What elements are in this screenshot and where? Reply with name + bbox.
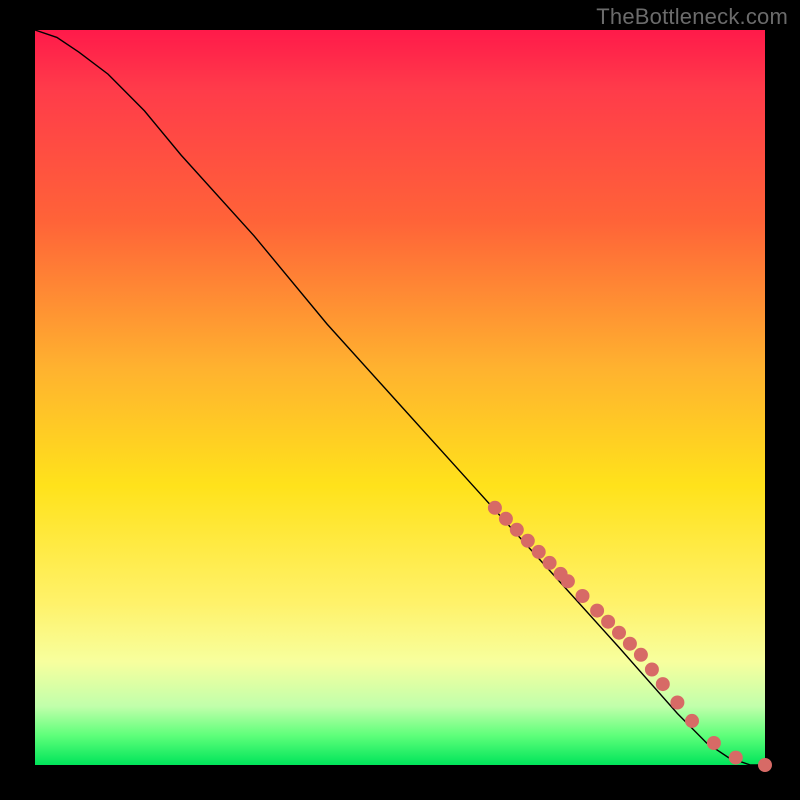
data-point [707,737,720,750]
data-point [623,637,636,650]
data-point [656,678,669,691]
chart-svg [35,30,765,765]
plot-area [35,30,765,765]
data-point [510,523,523,536]
chart-frame: TheBottleneck.com [0,0,800,800]
data-point [634,648,647,661]
data-point [499,512,512,525]
data-point [532,545,545,558]
data-point [613,626,626,639]
data-point [543,556,556,569]
data-point [561,575,574,588]
data-point [645,663,658,676]
data-point [521,534,534,547]
data-point [602,615,615,628]
data-point [759,759,772,772]
data-point [488,501,501,514]
curve-line [35,30,765,765]
data-point [576,590,589,603]
data-point [591,604,604,617]
data-point [671,696,684,709]
data-point [729,751,742,764]
watermark-label: TheBottleneck.com [596,4,788,30]
data-points [488,501,771,771]
data-point [686,714,699,727]
